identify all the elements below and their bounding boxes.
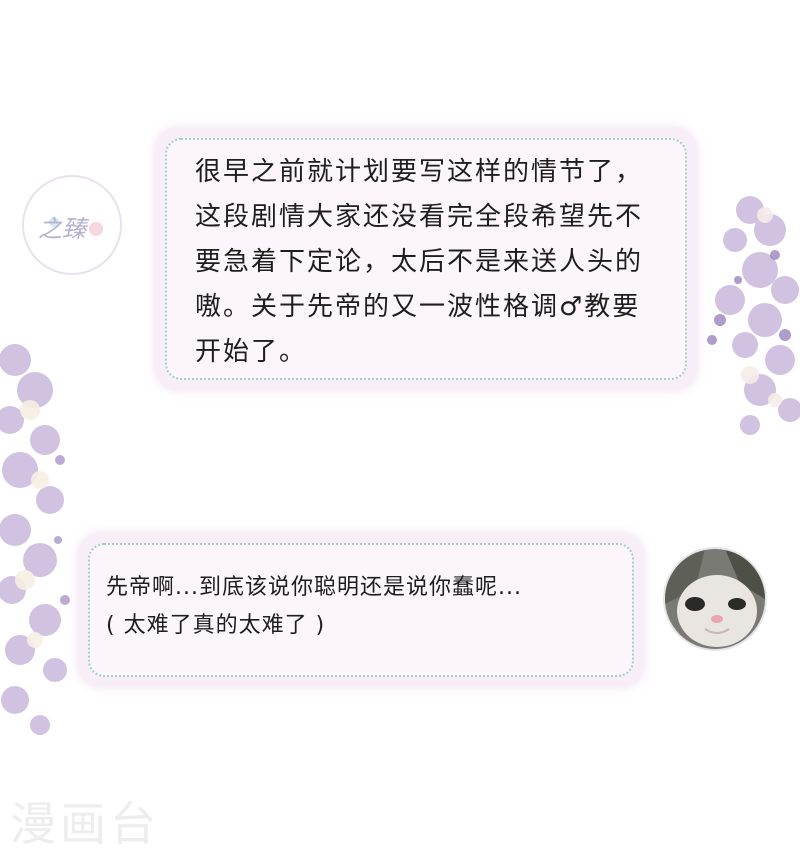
site-watermark: 漫画台 bbox=[10, 797, 160, 851]
author-comment-text: 很早之前就计划要写这样的情节了， 这段剧情大家还没看完全段希望先不 要急着下定论… bbox=[195, 157, 644, 367]
blossom-right-decoration bbox=[707, 196, 800, 435]
reader-comment-bubble: 先帝啊...到底该说你聪明还是说你蠢呢... ( 太难了真的太难了 ) bbox=[78, 533, 644, 687]
author-comment-bubble: 很早之前就计划要写这样的情节了， 这段剧情大家还没看完全段希望先不 要急着下定论… bbox=[155, 128, 697, 390]
author-avatar-text: 之臻 bbox=[38, 215, 86, 243]
author-avatar[interactable]: 之臻 bbox=[22, 175, 122, 275]
reader-avatar[interactable] bbox=[663, 547, 767, 651]
blossom-left-decoration bbox=[0, 344, 70, 735]
cat-avatar bbox=[665, 549, 765, 649]
reader-comment-text: 先帝啊...到底该说你聪明还是说你蠢呢... ( 太难了真的太难了 ) bbox=[106, 575, 522, 638]
